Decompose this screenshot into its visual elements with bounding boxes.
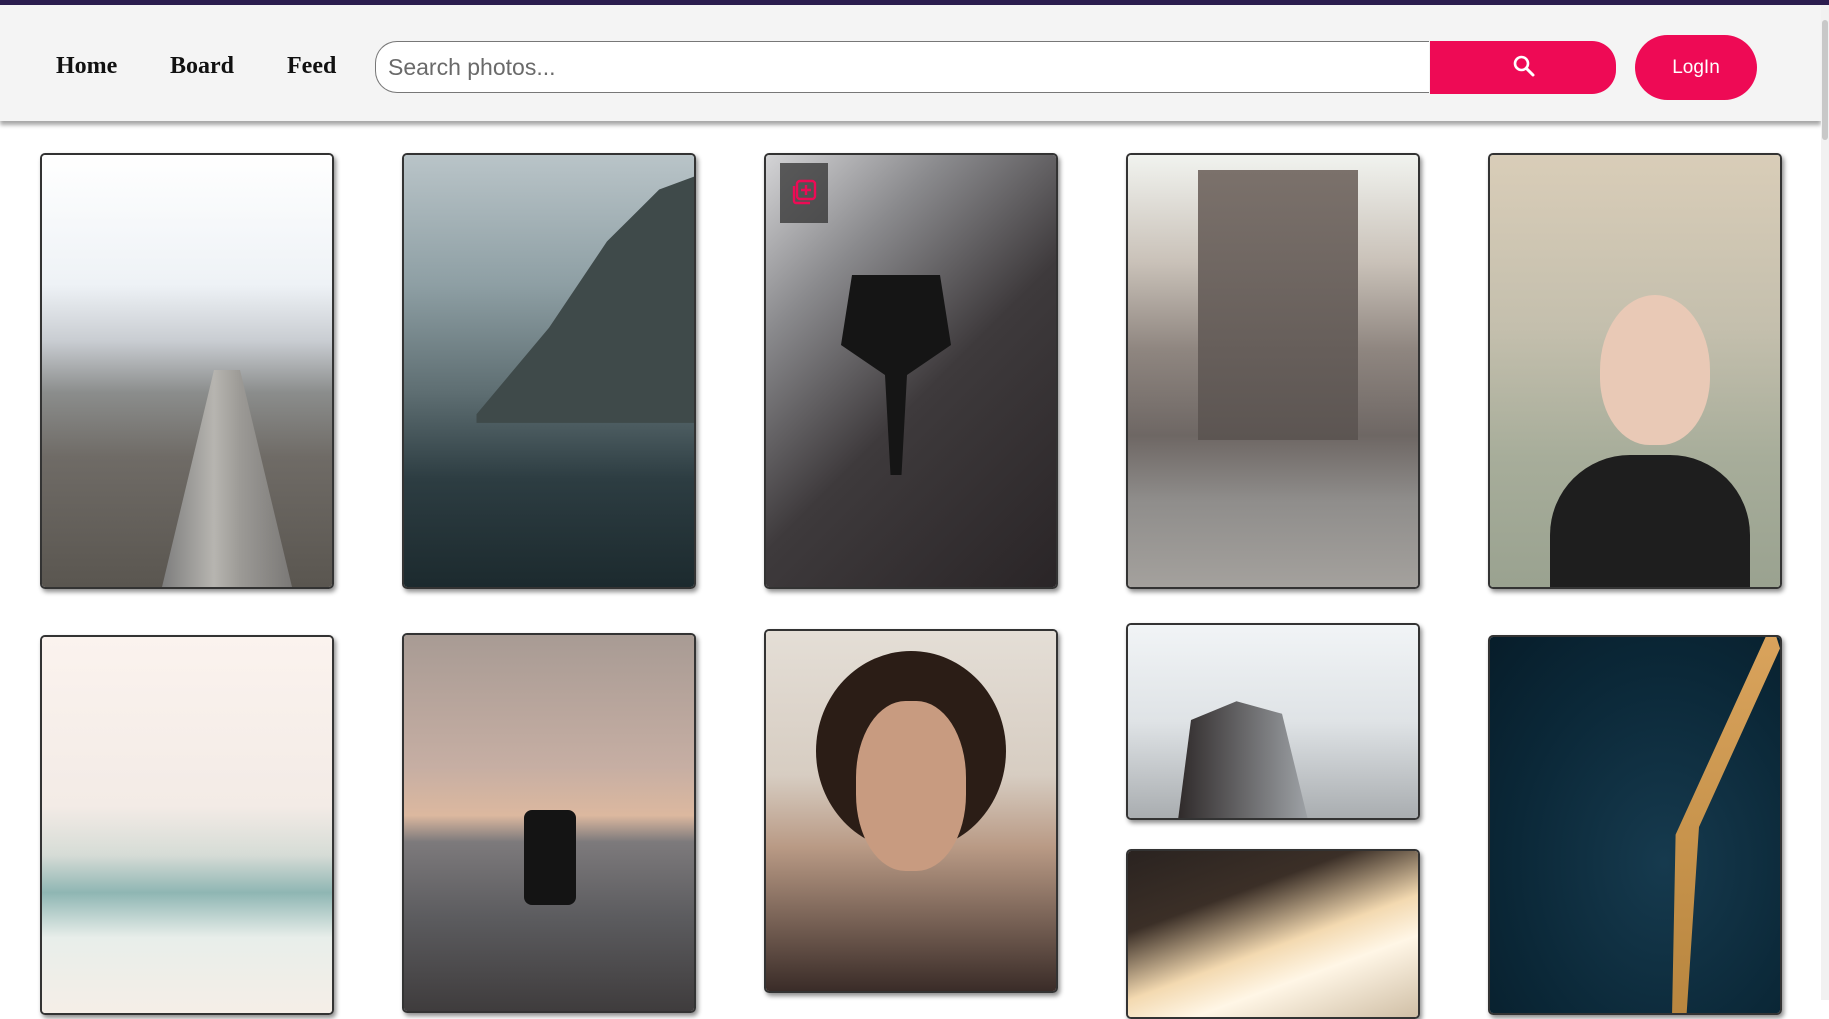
- nav-home-link[interactable]: Home: [56, 53, 117, 80]
- photo-crane-night: [1490, 637, 1780, 1013]
- building-shape: [1198, 170, 1358, 440]
- photo-card[interactable]: [1488, 153, 1782, 589]
- scrollbar-track[interactable]: [1821, 5, 1829, 1000]
- photo-card[interactable]: [1126, 623, 1420, 820]
- search-input[interactable]: [375, 41, 1429, 93]
- phone-shape: [524, 810, 576, 905]
- add-to-collection-icon: [792, 179, 817, 205]
- portrait-figure: [1550, 455, 1750, 587]
- photo-card[interactable]: [764, 153, 1058, 589]
- nav-board-link[interactable]: Board: [170, 53, 234, 80]
- photo-card[interactable]: [1126, 153, 1420, 589]
- face-shape: [856, 701, 966, 871]
- photo-card[interactable]: [40, 153, 334, 589]
- photo-card[interactable]: [764, 629, 1058, 993]
- photo-card[interactable]: [402, 153, 696, 589]
- search-icon: [1513, 55, 1535, 77]
- photo-card[interactable]: [40, 635, 334, 1015]
- login-button[interactable]: LogIn: [1635, 35, 1757, 100]
- nav-feed-link[interactable]: Feed: [287, 53, 336, 80]
- photo-card[interactable]: [1488, 635, 1782, 1015]
- header: Home Board Feed LogIn: [0, 5, 1821, 121]
- photo-surfer-wave: [42, 637, 332, 1013]
- photo-card[interactable]: [402, 633, 696, 1013]
- save-to-board-button[interactable]: [780, 163, 828, 223]
- photo-sunlit-underpass: [1128, 851, 1418, 1017]
- search-button[interactable]: [1430, 41, 1616, 94]
- scrollbar-thumb[interactable]: [1822, 20, 1828, 140]
- portrait-face: [1600, 295, 1710, 445]
- photo-card[interactable]: [1126, 849, 1420, 1019]
